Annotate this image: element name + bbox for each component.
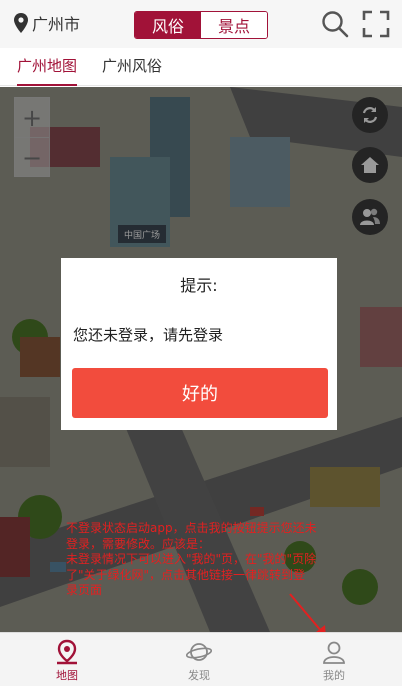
review-annotation: 不登录状态启动app，点击我的按钮提示您还未 登录，需要修改。应该是： 未登录情… (66, 521, 402, 599)
annotation-line: 录页面 (66, 583, 103, 597)
nav-mine[interactable]: 我的 (299, 633, 369, 686)
nav-map[interactable]: 地图 (32, 633, 102, 686)
map-pin-icon (57, 639, 77, 665)
annotation-line: 未登录情况下可以进入"我的"页，在"我的"页除 (66, 552, 317, 566)
annotation-line: 了"关于绿化网"，点击其他链接一律跳转到登 (66, 567, 306, 582)
segment-customs[interactable]: 风俗 (135, 12, 201, 38)
nav-discover[interactable]: 发现 (164, 633, 234, 686)
search-icon[interactable] (321, 10, 349, 38)
top-bar: 广州市 风俗 景点 (0, 0, 402, 48)
dialog-message: 您还未登录，请先登录 (73, 326, 224, 344)
segment-scenic[interactable]: 景点 (201, 12, 267, 38)
city-name: 广州市 (32, 15, 81, 34)
tab-guangzhou-customs[interactable]: 广州风俗 (102, 48, 162, 86)
category-segment: 风俗 景点 (134, 11, 268, 39)
location-pin-icon (14, 13, 28, 33)
ok-button[interactable]: 好的 (72, 368, 328, 418)
login-prompt-dialog: 提示: 您还未登录，请先登录 好的 (61, 258, 337, 430)
nav-map-label: 地图 (56, 669, 78, 682)
sub-tabs: 广州地图 广州风俗 (0, 48, 402, 86)
annotation-line: 登录，需要修改。应该是： (66, 536, 211, 551)
dialog-title: 提示: (180, 276, 218, 295)
nav-discover-label: 发现 (188, 669, 210, 682)
bottom-nav: 地图 发现 我的 (0, 632, 402, 686)
tab-guangzhou-map[interactable]: 广州地图 (17, 48, 78, 86)
fullscreen-icon[interactable] (362, 10, 390, 38)
annotation-line: 不登录状态启动app，点击我的按钮提示您还未 (66, 521, 317, 535)
nav-mine-label: 我的 (323, 669, 345, 682)
planet-icon (186, 643, 212, 661)
user-icon (323, 641, 345, 664)
city-selector[interactable]: 广州市 (14, 10, 80, 36)
